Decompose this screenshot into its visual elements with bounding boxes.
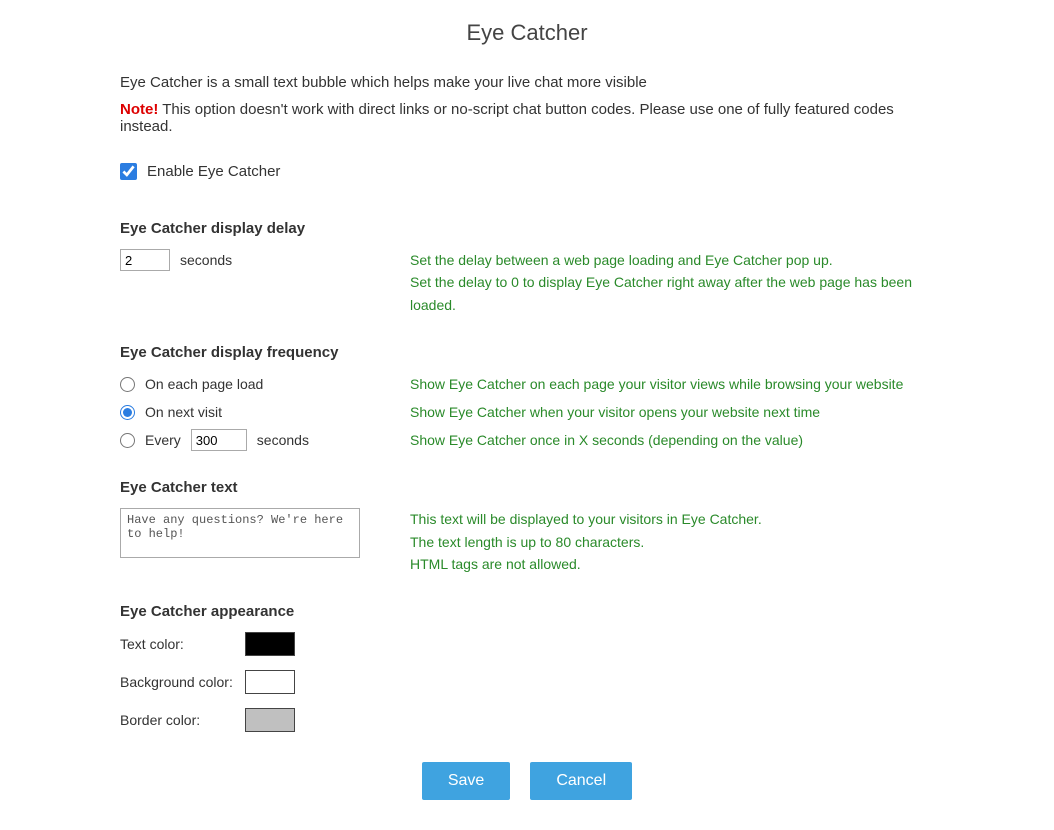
text-hint-line2: The text length is up to 80 characters. (410, 534, 644, 550)
freq-every-unit: seconds (257, 432, 309, 448)
freq-label-every-prefix: Every (145, 432, 181, 448)
text-color-label: Text color: (120, 636, 245, 652)
border-color-row: Border color: (120, 708, 934, 732)
note-label: Note! (120, 101, 158, 118)
delay-hint-line1: Set the delay between a web page loading… (410, 252, 833, 268)
text-color-row: Text color: (120, 632, 934, 656)
freq-label-each-load: On each page load (145, 376, 263, 392)
delay-unit: seconds (180, 252, 232, 268)
freq-option-each-load[interactable]: On each page load (120, 373, 390, 395)
frequency-heading: Eye Catcher display frequency (120, 344, 934, 361)
cancel-button[interactable]: Cancel (530, 762, 632, 800)
freq-hint-each-load: Show Eye Catcher on each page your visit… (410, 373, 934, 395)
intro-text: Eye Catcher is a small text bubble which… (120, 74, 934, 91)
delay-input[interactable] (120, 249, 170, 271)
enable-label: Enable Eye Catcher (147, 163, 280, 180)
save-button[interactable]: Save (422, 762, 510, 800)
bg-color-label: Background color: (120, 674, 245, 690)
text-heading: Eye Catcher text (120, 479, 934, 496)
note-text: This option doesn't work with direct lin… (120, 101, 894, 135)
frequency-hints: Show Eye Catcher on each page your visit… (410, 373, 934, 451)
bg-color-swatch[interactable] (245, 670, 295, 694)
delay-hint-line2: Set the delay to 0 to display Eye Catche… (410, 274, 912, 312)
note-line: Note! This option doesn't work with dire… (120, 101, 934, 135)
text-hint: This text will be displayed to your visi… (410, 508, 934, 575)
bg-color-row: Background color: (120, 670, 934, 694)
freq-radio-every[interactable] (120, 433, 135, 448)
freq-radio-each-load[interactable] (120, 377, 135, 392)
freq-option-every[interactable]: Every seconds (120, 429, 390, 451)
freq-option-next-visit[interactable]: On next visit (120, 401, 390, 423)
freq-radio-next-visit[interactable] (120, 405, 135, 420)
freq-hint-next-visit: Show Eye Catcher when your visitor opens… (410, 401, 934, 423)
page-title: Eye Catcher (120, 20, 934, 46)
enable-checkbox[interactable] (120, 163, 137, 180)
text-hint-line3: HTML tags are not allowed. (410, 556, 581, 572)
delay-heading: Eye Catcher display delay (120, 220, 934, 237)
freq-hint-every: Show Eye Catcher once in X seconds (depe… (410, 429, 934, 451)
text-color-swatch[interactable] (245, 632, 295, 656)
border-color-label: Border color: (120, 712, 245, 728)
enable-row: Enable Eye Catcher (120, 163, 934, 180)
text-hint-line1: This text will be displayed to your visi… (410, 511, 762, 527)
freq-label-next-visit: On next visit (145, 404, 222, 420)
appearance-heading: Eye Catcher appearance (120, 603, 934, 620)
eye-catcher-text-input[interactable] (120, 508, 360, 558)
delay-hint: Set the delay between a web page loading… (410, 249, 934, 316)
freq-every-input[interactable] (191, 429, 247, 451)
border-color-swatch[interactable] (245, 708, 295, 732)
